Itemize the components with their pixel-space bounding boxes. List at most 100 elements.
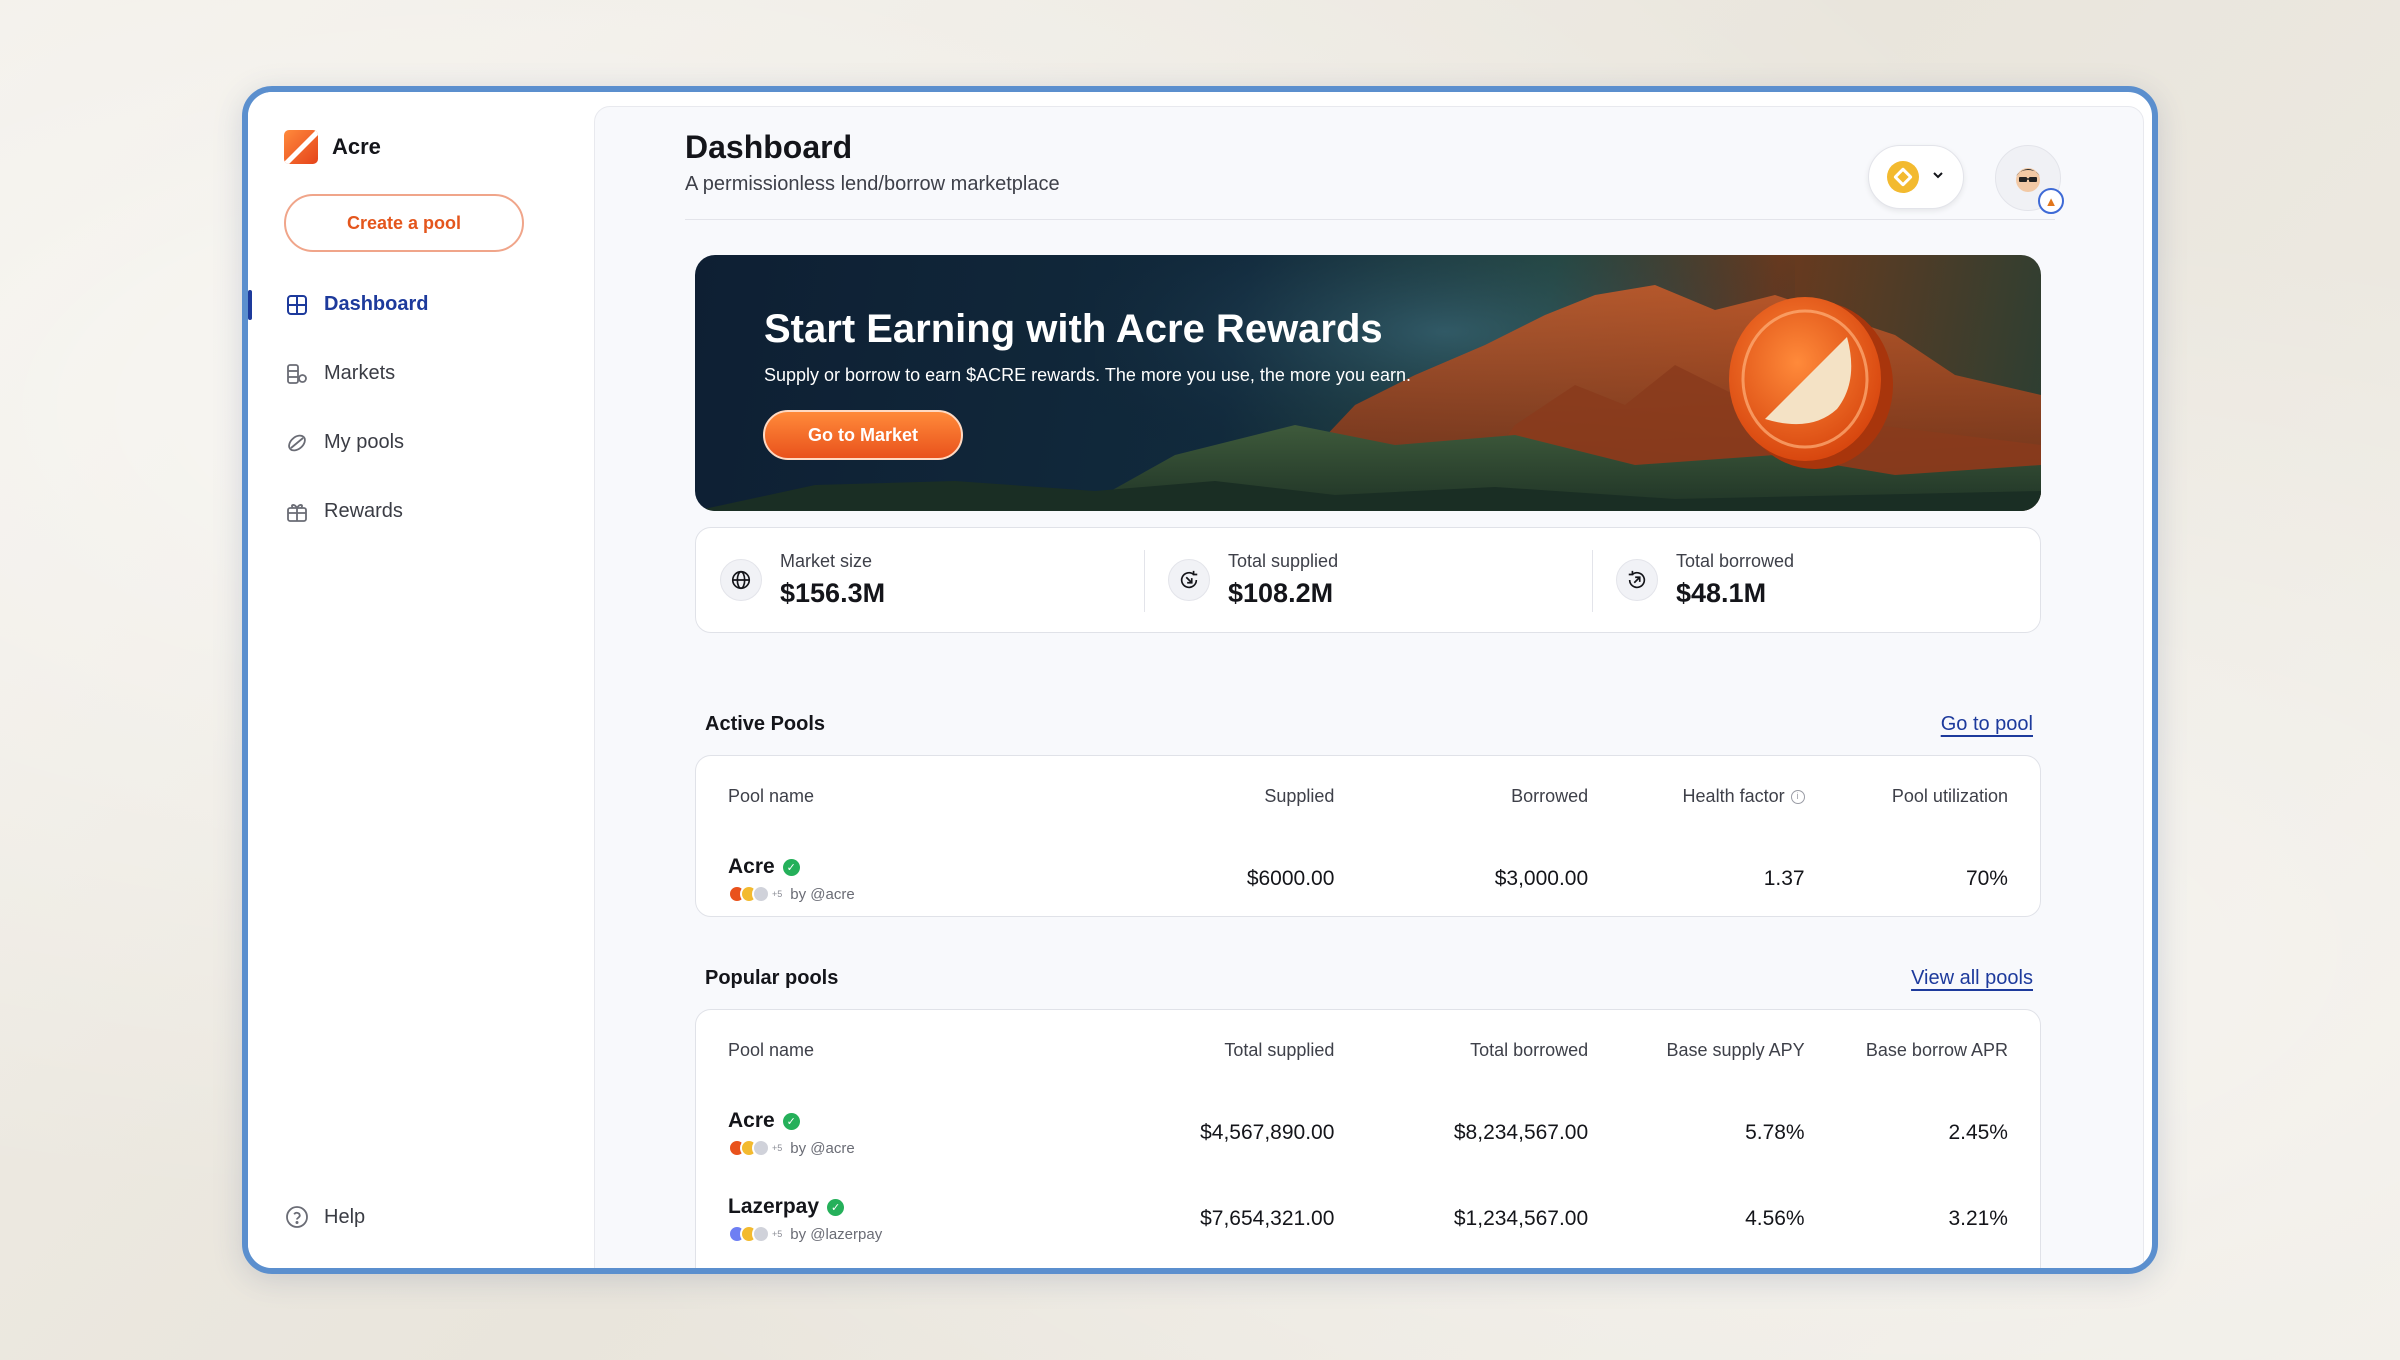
table-row[interactable]: Lazerpay ✓ +5 by @lazerpay $7,654,321.00 xyxy=(696,1176,2040,1262)
active-pools-title: Active Pools xyxy=(705,713,826,735)
sidebar-item-label: My pools xyxy=(324,431,405,453)
gift-icon xyxy=(284,499,310,525)
utilization-value: 70% xyxy=(1965,867,2008,890)
page-title: Dashboard xyxy=(685,129,853,165)
sidebar-item-markets[interactable]: Markets xyxy=(248,339,594,408)
column-header: Borrowed xyxy=(1511,785,1589,806)
sidebar-item-dashboard[interactable]: Dashboard xyxy=(248,270,594,339)
help-label: Help xyxy=(324,1205,366,1228)
column-header: Base supply APY xyxy=(1666,1039,1805,1060)
stat-total-supplied: Total supplied $108.2M xyxy=(1144,528,1592,632)
dashboard-icon xyxy=(284,292,310,318)
sidebar-nav: Dashboard Markets My pools Rewards xyxy=(248,270,594,546)
total-supplied-value: $7,654,321.00 xyxy=(1200,1207,1335,1230)
stat-value: $108.2M xyxy=(1228,578,1334,608)
pool-name: Acre ✓ xyxy=(728,1109,1101,1133)
pool-name: Acre ✓ xyxy=(728,855,1101,879)
pool-name-text: Lazerpay xyxy=(728,1195,820,1218)
table-row[interactable]: Acre ✓ +5 by @acre $4,567,890.00 $8,234,… xyxy=(696,1090,2040,1176)
pool-cell: Acre ✓ +5 by @acre xyxy=(728,855,1101,903)
brand[interactable]: Acre xyxy=(284,130,381,164)
help-icon xyxy=(284,1204,310,1230)
help-link[interactable]: Help xyxy=(284,1204,365,1230)
pool-cell: Acre ✓ +5 by @acre xyxy=(728,1109,1101,1157)
supply-icon xyxy=(1168,559,1210,601)
go-to-market-button[interactable]: Go to Market xyxy=(763,410,963,460)
token-more: +5 xyxy=(772,1229,783,1239)
table-header: Pool name Total supplied Total borrowed … xyxy=(696,1010,2040,1090)
pool-name-text: Acre xyxy=(728,1109,775,1132)
stat-label: Market size xyxy=(780,551,873,571)
brand-name: Acre xyxy=(332,134,381,159)
active-pools-table: Pool name Supplied Borrowed Health facto… xyxy=(695,755,2041,917)
stat-label: Total borrowed xyxy=(1676,551,1795,571)
banner-subtitle: Supply or borrow to earn $ACRE rewards. … xyxy=(764,365,1411,385)
token-stack: +5 xyxy=(728,1139,782,1157)
borrow-icon xyxy=(1616,559,1658,601)
rewards-banner: Start Earning with Acre Rewards Supply o… xyxy=(695,255,2041,511)
stat-value: $48.1M xyxy=(1676,578,1767,608)
pool-meta: +5 by @lazerpay xyxy=(728,1225,1101,1243)
column-header: Pool name xyxy=(728,1039,815,1060)
pool-meta: +5 by @acre xyxy=(728,1139,1101,1157)
supply-apy-value: 4.56% xyxy=(1745,1207,1805,1230)
token-icon xyxy=(752,885,770,903)
health-factor-value: 1.37 xyxy=(1763,867,1805,890)
borrowed-value: $3,000.00 xyxy=(1494,867,1589,890)
column-header-label: Health factor xyxy=(1682,785,1785,806)
popular-pools-table: Pool name Total supplied Total borrowed … xyxy=(695,1009,2041,1268)
view-all-pools-link[interactable]: View all pools xyxy=(1911,967,2033,990)
total-borrowed-value: $1,234,567.00 xyxy=(1453,1207,1589,1230)
column-header: Pool name xyxy=(728,785,815,806)
token-icon xyxy=(752,1225,770,1243)
column-header: Pool utilization xyxy=(1891,785,2008,806)
pool-name-text: Acre xyxy=(728,855,775,878)
verified-check-icon: ✓ xyxy=(782,1112,800,1130)
sidebar-item-my-pools[interactable]: My pools xyxy=(248,408,594,477)
column-header: Health factor i xyxy=(1588,785,1805,807)
chevron-down-icon xyxy=(1931,168,1945,187)
user-avatar[interactable]: ▲ xyxy=(1995,145,2064,214)
table-header: Pool name Supplied Borrowed Health facto… xyxy=(696,756,2040,836)
pools-icon xyxy=(284,430,310,456)
pool-name: Lazerpay ✓ xyxy=(728,1195,1101,1219)
borrow-apr-value: 3.21% xyxy=(1948,1207,2008,1230)
market-stats: Market size $156.3M Total supplied $108.… xyxy=(695,527,2041,633)
sidebar-item-label: Dashboard xyxy=(324,293,429,315)
pool-cell: Lazerpay ✓ +5 by @lazerpay xyxy=(728,1195,1101,1243)
token-stack: +5 xyxy=(728,885,782,903)
stat-total-borrowed: Total borrowed $48.1M xyxy=(1592,528,2040,632)
pool-owner: by @acre xyxy=(790,885,855,903)
token-icon xyxy=(752,1139,770,1157)
popular-pools-title: Popular pools xyxy=(705,967,839,989)
banner-title: Start Earning with Acre Rewards xyxy=(764,307,1383,351)
pool-owner: by @lazerpay xyxy=(790,1225,883,1243)
sidebar: Acre Create a pool Dashboard Markets My … xyxy=(248,92,594,1268)
acre-coin-icon xyxy=(1729,297,1893,469)
supply-apy-value: 5.78% xyxy=(1745,1121,1805,1144)
go-to-pool-link[interactable]: Go to pool xyxy=(1941,713,2033,736)
acre-logo-icon xyxy=(284,130,318,164)
total-supplied-value: $4,567,890.00 xyxy=(1200,1121,1335,1144)
network-selector[interactable] xyxy=(1868,145,1964,209)
stat-label: Total supplied xyxy=(1228,551,1339,571)
header-divider xyxy=(685,219,2055,220)
sidebar-item-rewards[interactable]: Rewards xyxy=(248,477,594,546)
app-window: Acre Create a pool Dashboard Markets My … xyxy=(242,86,2158,1274)
supplied-value: $6000.00 xyxy=(1246,867,1335,890)
info-icon[interactable]: i xyxy=(1790,789,1805,804)
column-header: Total supplied xyxy=(1224,1039,1335,1060)
sidebar-item-label: Rewards xyxy=(324,500,403,522)
verified-check-icon: ✓ xyxy=(827,1198,845,1216)
page-subtitle: A permissionless lend/borrow marketplace xyxy=(685,173,1060,195)
token-more: +5 xyxy=(772,889,783,899)
metamask-icon: ▲ xyxy=(2038,188,2064,214)
stat-market-size: Market size $156.3M xyxy=(696,528,1144,632)
column-header: Total borrowed xyxy=(1470,1039,1589,1060)
token-stack: +5 xyxy=(728,1225,782,1243)
column-header: Supplied xyxy=(1264,785,1335,806)
stat-value: $156.3M xyxy=(780,578,886,608)
table-row[interactable]: Acre ✓ +5 by @acre $6000.00 $3,000.00 1.… xyxy=(696,836,2040,922)
main-content: Dashboard A permissionless lend/borrow m… xyxy=(594,106,2144,1268)
create-pool-button[interactable]: Create a pool xyxy=(284,194,524,252)
